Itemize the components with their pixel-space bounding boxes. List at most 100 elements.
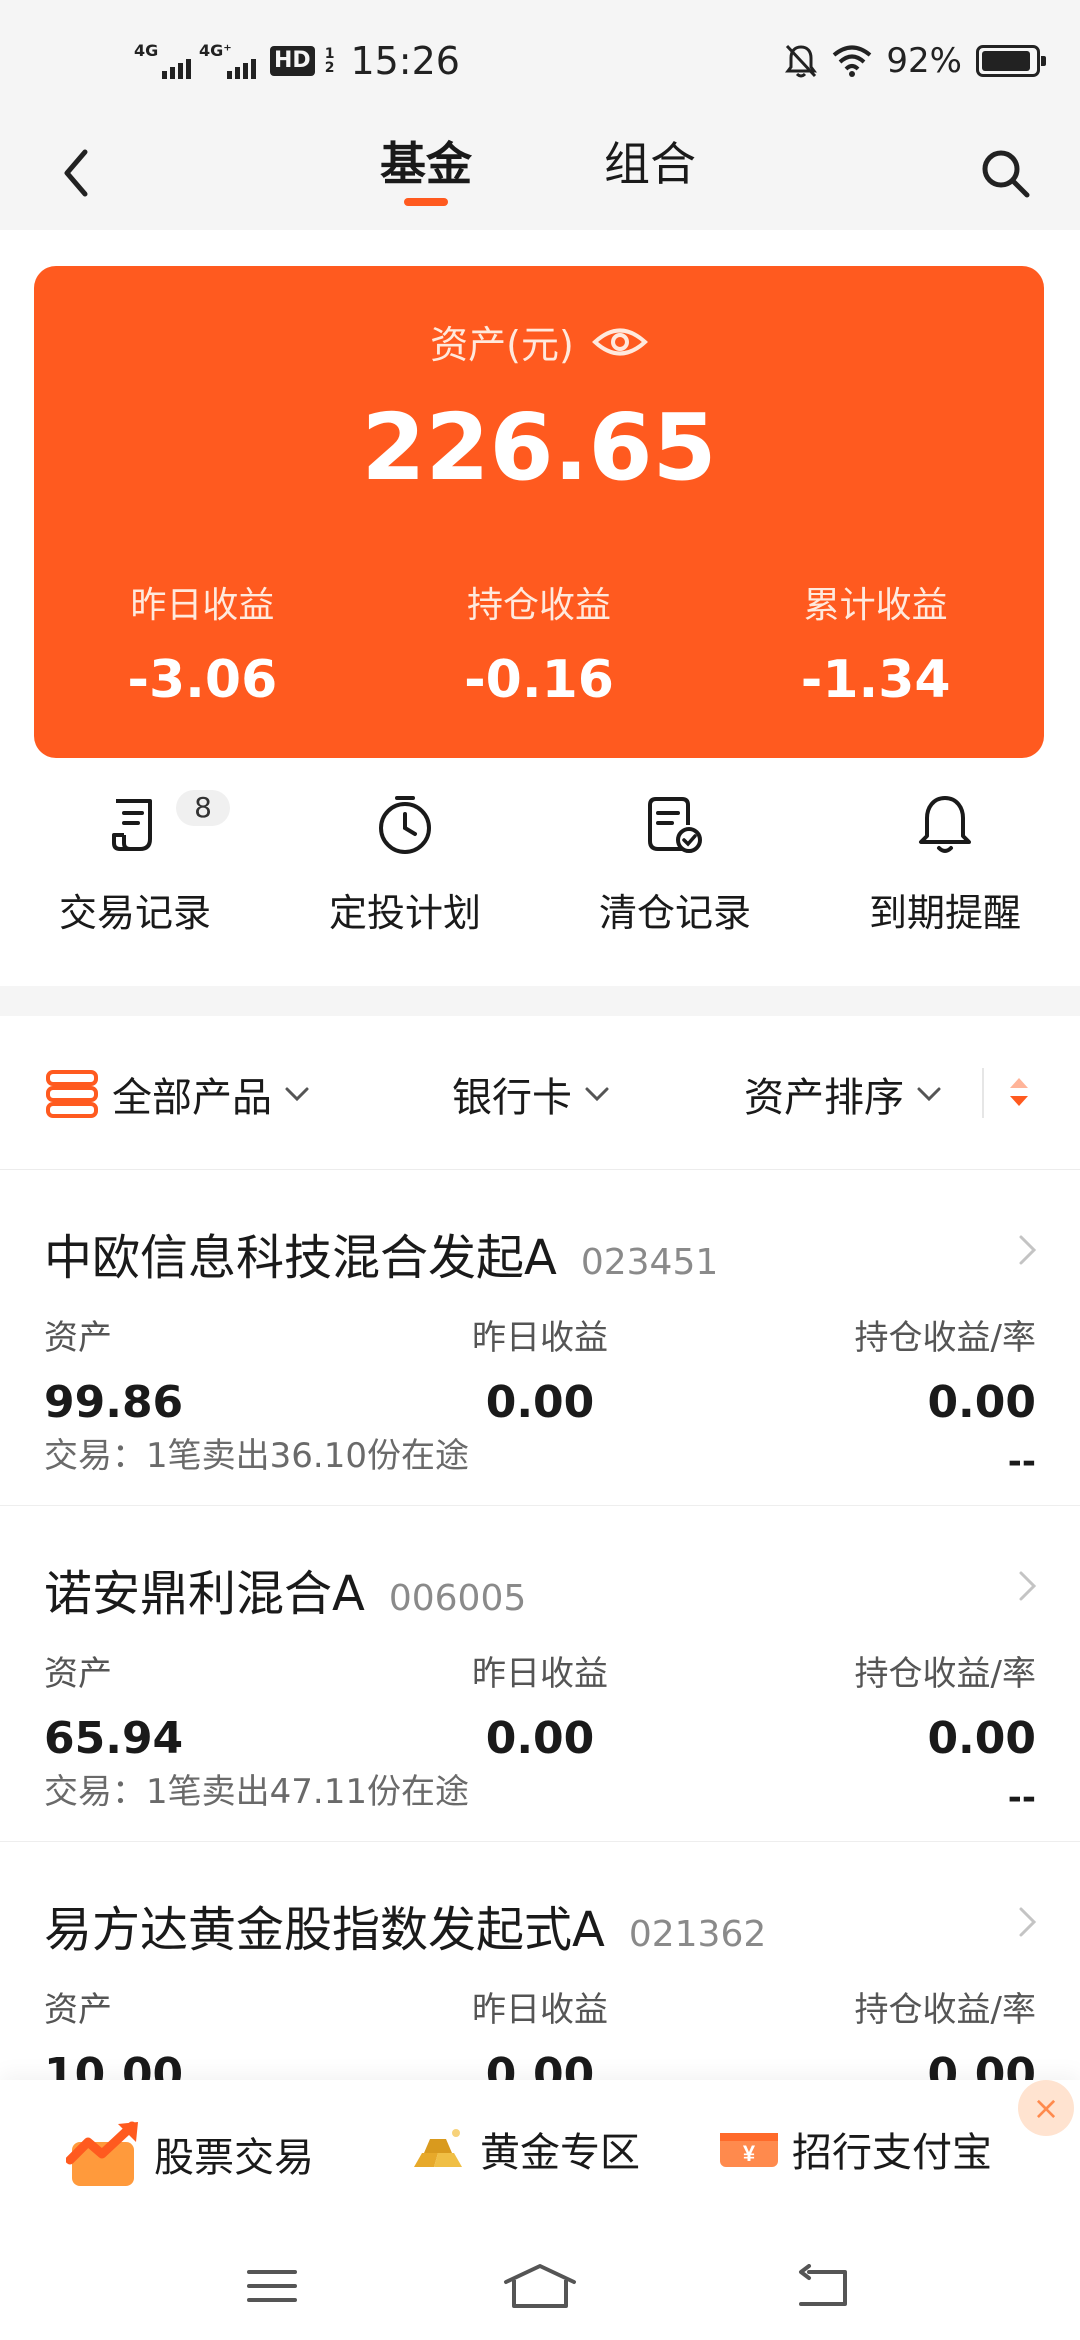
fund-trade-status: 交易：1笔卖出36.10份在途 (44, 1436, 469, 1476)
metric-rate: -- (1007, 1442, 1036, 1482)
metric-value: 0.00 (927, 1713, 1036, 1764)
tab-active-indicator (404, 198, 448, 206)
metric-label: 持仓收益/率 (854, 1318, 1036, 1358)
fund-item[interactable]: 中欧信息科技混合发起A 023451 资产 99.86 昨日收益 0.00 持仓… (0, 1170, 1080, 1506)
bank-card-filter[interactable]: 银行卡 (452, 1064, 610, 1124)
metric-rate: -- (1007, 1778, 1036, 1818)
fund-holding-col: 持仓收益/率 0.00 (736, 1982, 1036, 2080)
stat-value: -0.16 (464, 650, 614, 710)
return-icon (799, 2264, 847, 2306)
metric-value: 0.00 (485, 1377, 595, 1428)
sort-toggle-icon[interactable] (1004, 1068, 1034, 1118)
screen: 4G 4G⁺ HD 1 2 15:26 92% 基金 组合 资产(元) 226.… (0, 0, 1080, 2340)
gold-zone-link[interactable]: 黄金专区 (408, 2120, 640, 2178)
system-back-button[interactable] (782, 2256, 862, 2316)
quick-actions: 8 交易记录 定投计划 清仓记录 到期提醒 (0, 780, 1080, 960)
promo-bar: 股票交易 黄金专区 ¥ 招行支付宝 × (0, 2080, 1080, 2230)
stock-trading-link[interactable]: 股票交易 (66, 2120, 314, 2188)
recent-apps-button[interactable] (232, 2256, 312, 2316)
metric-value: 0.00 (927, 2049, 1036, 2080)
expiry-reminder-button[interactable]: 到期提醒 (810, 780, 1080, 960)
quick-action-label: 到期提醒 (868, 891, 1021, 935)
metric-label: 昨日收益 (472, 1318, 608, 1358)
metric-value: 0.00 (927, 1377, 1036, 1428)
section-divider (0, 986, 1080, 1016)
asset-label: 资产(元) (430, 323, 574, 367)
fund-item[interactable]: 易方达黄金股指数发起式A 021362 资产 10.00 昨日收益 0.00 持… (0, 1842, 1080, 2080)
stat-value: -1.34 (800, 650, 951, 710)
clearance-records-button[interactable]: 清仓记录 (540, 780, 810, 960)
wifi-icon (833, 45, 872, 77)
wallet-mark: ¥ (743, 2141, 756, 2166)
tab-combo[interactable]: 组合 (604, 124, 696, 204)
status-time: 15:26 (350, 39, 460, 83)
metric-value: 10.00 (44, 2049, 184, 2080)
fund-code: 006005 (388, 1578, 527, 1619)
stat-label: 昨日收益 (130, 585, 275, 626)
trade-records-button[interactable]: 8 交易记录 (0, 780, 270, 960)
stat-yesterday[interactable]: 昨日收益 -3.06 (34, 576, 371, 710)
metric-label: 持仓收益/率 (854, 1990, 1036, 2030)
home-icon (504, 2264, 576, 2308)
fund-holding-col: 持仓收益/率 0.00 -- (736, 1646, 1036, 1818)
asset-sort-label: 资产排序 (744, 1075, 904, 1121)
fund-code: 021362 (628, 1914, 767, 1955)
fund-item[interactable]: 诺安鼎利混合A 006005 资产 65.94 昨日收益 0.00 持仓收益/率… (0, 1506, 1080, 1842)
all-products-label: 全部产品 (112, 1075, 272, 1121)
cmb-alipay-link[interactable]: ¥ 招行支付宝 (718, 2120, 992, 2178)
chevron-down-icon (285, 1087, 309, 1102)
chevron-right-icon (1019, 1907, 1037, 1937)
chevron-left-icon (64, 149, 88, 197)
stat-cumulative[interactable]: 累计收益 -1.34 (707, 576, 1044, 710)
quick-action-label: 清仓记录 (598, 891, 751, 935)
metric-label: 资产 (44, 1990, 112, 2030)
metric-label: 昨日收益 (472, 1990, 608, 2030)
system-nav-bar (0, 2230, 1080, 2340)
promo-close-button[interactable]: × (1018, 2080, 1074, 2136)
hd-icon: HD (270, 46, 315, 76)
stat-label: 持仓收益 (467, 585, 612, 626)
all-products-filter[interactable]: 全部产品 (44, 1064, 310, 1124)
stat-holding[interactable]: 持仓收益 -0.16 (371, 576, 708, 710)
quick-action-label: 定投计划 (328, 891, 481, 935)
back-button[interactable] (46, 138, 106, 208)
fund-name: 中欧信息科技混合发起A (44, 1230, 557, 1286)
receipt-icon (100, 790, 170, 860)
filter-bar: 全部产品 银行卡 资产排序 (0, 1016, 1080, 1170)
fund-name-row: 诺安鼎利混合A 006005 (44, 1554, 526, 1624)
asset-sort-filter[interactable]: 资产排序 (744, 1064, 942, 1124)
fund-asset-col: 资产 10.00 (44, 1982, 344, 2080)
metric-value: 0.00 (485, 2049, 595, 2080)
quick-action-label: 交易记录 (58, 891, 211, 935)
search-button[interactable] (970, 138, 1040, 208)
stat-value: -3.06 (127, 650, 278, 710)
tab-fund[interactable]: 基金 (380, 124, 472, 204)
fund-trade-status: 交易：1笔卖出47.11份在途 (44, 1772, 469, 1812)
eye-icon[interactable] (591, 325, 648, 359)
cmb-alipay-label: 招行支付宝 (792, 2130, 992, 2176)
home-button[interactable] (500, 2256, 580, 2316)
signal-2-label: 4G⁺ (199, 41, 232, 60)
status-left: 4G 4G⁺ HD 1 2 15:26 (134, 36, 460, 86)
bank-card-label: 银行卡 (452, 1075, 572, 1121)
fund-code: 023451 (580, 1242, 719, 1283)
metric-label: 资产 (44, 1654, 112, 1694)
asset-stats: 昨日收益 -3.06 持仓收益 -0.16 累计收益 -1.34 (34, 576, 1044, 710)
asset-label-row: 资产(元) (34, 314, 1044, 369)
chevron-down-icon (917, 1087, 941, 1102)
chevron-down-icon (585, 1087, 609, 1102)
status-right: 92% (784, 36, 1046, 86)
metric-value: 0.00 (485, 1713, 595, 1764)
fund-yesterday-col: 昨日收益 0.00 (390, 1982, 690, 2080)
gold-bars-icon (414, 2129, 462, 2167)
metric-label: 持仓收益/率 (854, 1654, 1036, 1694)
battery-percent: 92% (886, 41, 962, 81)
timer-icon (370, 790, 440, 860)
status-bar: 4G 4G⁺ HD 1 2 15:26 92% (0, 0, 1080, 120)
investment-plan-button[interactable]: 定投计划 (270, 780, 540, 960)
wallet-icon: ¥ (720, 2133, 778, 2167)
menu-icon (247, 2270, 297, 2302)
fund-holding-col: 持仓收益/率 0.00 -- (736, 1310, 1036, 1482)
hd-sub-1: 1 (324, 46, 335, 62)
chevron-right-icon (1019, 1571, 1037, 1601)
